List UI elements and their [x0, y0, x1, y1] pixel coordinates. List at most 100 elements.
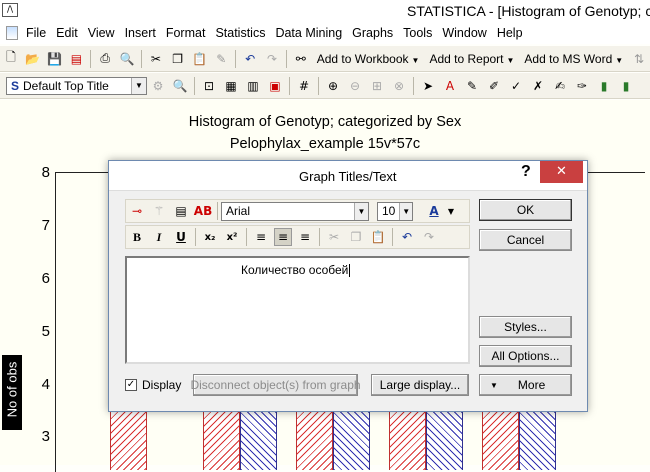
text-tool-icon[interactable]: A	[441, 77, 459, 95]
title-text-content: Количество особей	[241, 263, 349, 277]
menu-data-mining[interactable]: Data Mining	[270, 26, 347, 40]
graph-options-icon[interactable]: ▦	[222, 77, 240, 95]
subscript-icon[interactable]: x₂	[201, 228, 219, 246]
cut-icon[interactable]: ✂	[325, 228, 343, 246]
font-size-combo[interactable]: 10 ▼	[377, 201, 413, 221]
style-search-icon[interactable]: 🔍	[171, 77, 189, 95]
menu-help[interactable]: Help	[492, 26, 528, 40]
draw-tool-icon[interactable]: ✐	[485, 77, 503, 95]
add-to-ms-word-button[interactable]: Add to MS Word ▼	[519, 52, 628, 66]
data-lock-icon[interactable]: ▮	[617, 77, 635, 95]
display-checkbox[interactable]: ✓ Display	[125, 378, 181, 392]
menu-statistics[interactable]: Statistics	[210, 26, 270, 40]
title-text-editor[interactable]: Количество особей	[125, 256, 470, 364]
document-icon[interactable]	[6, 26, 18, 40]
zoom-reset-icon[interactable]: ⊗	[390, 77, 408, 95]
menu-window[interactable]: Window	[437, 26, 491, 40]
dialog-title-bar[interactable]: Graph Titles/Text ? ✕	[109, 161, 587, 191]
print-icon[interactable]: ⎙	[96, 50, 114, 68]
paste-icon[interactable]: 📋	[191, 50, 209, 68]
print-preview-icon[interactable]: 🔍	[118, 50, 136, 68]
all-options-button[interactable]: All Options...	[479, 345, 572, 367]
undo-icon[interactable]: ↶	[398, 228, 416, 246]
open-folder-icon[interactable]: 📂	[24, 50, 42, 68]
font-style-icon[interactable]: AB	[194, 202, 212, 220]
redo-icon[interactable]: ↷	[263, 50, 281, 68]
more-button[interactable]: ▼ More	[479, 374, 572, 396]
add-to-workbook-button[interactable]: Add to Workbook ▼	[312, 52, 425, 66]
graph-zoom-icon[interactable]: ⊡	[200, 77, 218, 95]
add-to-report-button[interactable]: Add to Report ▼	[424, 52, 519, 66]
undo-icon[interactable]: ↶	[241, 50, 259, 68]
pdf-icon[interactable]: ▤	[67, 50, 85, 68]
align-right-icon[interactable]: ≡	[296, 228, 314, 246]
dropdown-arrow-icon: ▼	[615, 55, 624, 65]
superscript-icon[interactable]: x²	[223, 228, 241, 246]
menu-format[interactable]: Format	[161, 26, 211, 40]
title-style-value: Default Top Title	[23, 78, 109, 93]
chevron-down-icon[interactable]: ▼	[354, 202, 368, 220]
menu-edit[interactable]: Edit	[51, 26, 83, 40]
ok-button[interactable]: OK	[479, 199, 572, 221]
zoom-out-icon[interactable]: ⊖	[346, 77, 364, 95]
graph-data-icon[interactable]: ▥	[244, 77, 262, 95]
help-icon[interactable]: ?	[521, 163, 531, 181]
copy-icon[interactable]: ❐	[169, 50, 187, 68]
chevron-down-icon[interactable]: ▼	[399, 202, 412, 220]
align-left-icon[interactable]: ≡	[252, 228, 270, 246]
bold-button[interactable]: B	[128, 228, 146, 246]
menu-tools[interactable]: Tools	[398, 26, 437, 40]
close-icon[interactable]: ✕	[540, 161, 583, 183]
edit-tool-icon[interactable]: ✎	[463, 77, 481, 95]
copy-icon[interactable]: ❐	[347, 228, 365, 246]
cut-icon[interactable]: ✂	[147, 50, 165, 68]
statistica-app-icon[interactable]: /\	[2, 3, 18, 17]
brush-tool-icon[interactable]: ✓	[507, 77, 525, 95]
cancel-button[interactable]: Cancel	[479, 229, 572, 251]
text-caret	[349, 264, 351, 278]
checkmark-icon[interactable]: ✓	[125, 379, 137, 391]
large-display-button[interactable]: Large display...	[371, 374, 469, 396]
chevron-down-icon[interactable]: ▼	[447, 202, 455, 220]
font-name-combo[interactable]: Arial ▼	[221, 201, 369, 221]
graph-chart-icon[interactable]: ▣	[266, 77, 284, 95]
lock-icon[interactable]: ▮	[595, 77, 613, 95]
title-style-combo[interactable]: S Default Top Title ▼	[6, 76, 147, 95]
grid-icon[interactable]: #	[295, 77, 313, 95]
y-tick-label: 4	[41, 376, 50, 393]
histogram-bar	[240, 410, 277, 470]
binoculars-icon[interactable]: ⚯	[292, 50, 310, 68]
italic-button[interactable]: I	[150, 228, 168, 246]
paste-icon[interactable]: 📋	[369, 228, 387, 246]
lasso-icon[interactable]: ✍	[551, 77, 569, 95]
menu-graphs[interactable]: Graphs	[347, 26, 398, 40]
styles-button[interactable]: Styles...	[479, 316, 572, 338]
histogram-bar	[519, 410, 556, 470]
format-painter-icon[interactable]: ✎	[212, 50, 230, 68]
histogram-bar	[203, 410, 240, 470]
zoom-in-icon[interactable]: ⊕	[324, 77, 342, 95]
marker-icon[interactable]: ✑	[573, 77, 591, 95]
zoom-fit-icon[interactable]: ⊞	[368, 77, 386, 95]
underline-button[interactable]: U	[172, 228, 190, 246]
font-color-icon[interactable]: A	[425, 202, 443, 220]
chevron-down-icon[interactable]: ▼	[131, 77, 146, 94]
pointer-icon[interactable]: ➤	[419, 77, 437, 95]
new-icon[interactable]: 🗋	[2, 50, 20, 68]
insert-table-icon[interactable]: ▤	[172, 202, 190, 220]
disconnect-button[interactable]: Disconnect object(s) from graph	[190, 374, 361, 396]
insert-field-icon[interactable]: ⚚	[150, 202, 168, 220]
save-icon[interactable]: 💾	[46, 50, 64, 68]
menu-insert[interactable]: Insert	[120, 26, 161, 40]
align-center-icon[interactable]: ≡	[274, 228, 292, 246]
style-settings-icon[interactable]: ⚙	[149, 77, 167, 95]
brushing-icon[interactable]: ✗	[529, 77, 547, 95]
toolbar-separator	[195, 228, 196, 246]
sort-icon[interactable]: ⇅	[630, 50, 648, 68]
redo-icon[interactable]: ↷	[420, 228, 438, 246]
insert-symbol-icon[interactable]: ⊸	[128, 202, 146, 220]
menu-file[interactable]: File	[21, 26, 51, 40]
menu-bar: File Edit View Insert Format Statistics …	[0, 22, 650, 44]
toolbar-separator	[392, 228, 393, 246]
menu-view[interactable]: View	[83, 26, 120, 40]
